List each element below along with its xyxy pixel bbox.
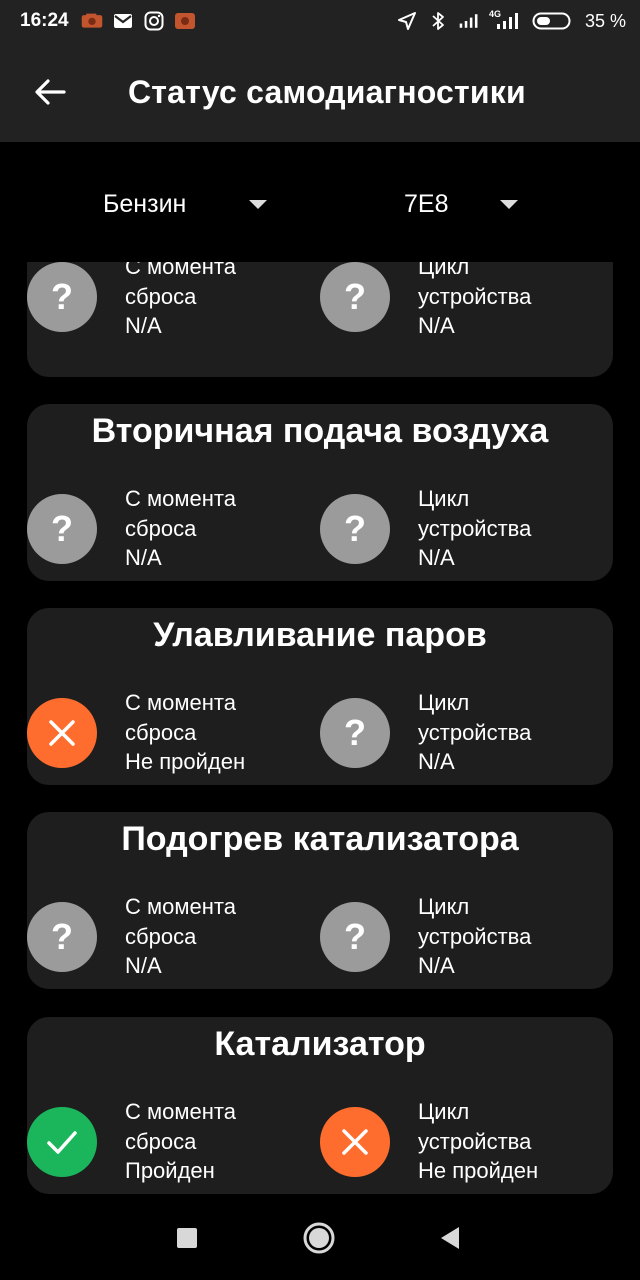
svg-text:?: ? [51,277,73,317]
question-status-icon: ? [320,698,390,768]
back-triangle-icon [441,1227,459,1249]
svg-text:?: ? [344,917,366,957]
network-type-label: 4G [488,9,501,19]
fail-status-icon [27,698,97,768]
svg-text:?: ? [51,509,73,549]
since-reset-value: N/A [125,313,162,338]
app-bar: Статус самодиагностики [0,42,640,142]
battery-percent: 35 % [584,10,626,31]
back-button[interactable] [20,62,80,122]
system-nav-bar [0,1196,640,1280]
since-reset-label: С момента сброса [125,1099,236,1154]
since-reset-label: С момента сброса [125,486,236,541]
since-reset-label: С момента сброса [125,262,236,309]
back-arrow-icon [35,79,66,105]
svg-text:?: ? [344,713,366,753]
drive-cycle-label: Цикл устройства [418,690,532,745]
question-status-icon: ? [320,494,390,564]
dropdown-caret-icon [249,200,267,209]
svg-text:?: ? [344,509,366,549]
since-reset-value: N/A [125,545,162,570]
monitor-card: ? С момента сброса N/A ? Цикл устройства… [27,262,613,377]
battery-icon [532,10,572,32]
home-circle-icon [303,1222,335,1254]
drive-cycle-label: Цикл устройства [418,486,532,541]
since-reset-label: С момента сброса [125,690,236,745]
page-title: Статус самодиагностики [128,73,526,110]
mail-icon [112,10,134,32]
monitor-title: Вторичная подача воздуха [91,412,549,450]
drive-cycle-label: Цикл устройства [418,1099,532,1154]
drive-cycle-value: N/A [418,545,455,570]
monitor-since-reset: ? С момента сброса N/A [27,262,317,360]
ecu-value: 7E8 [404,189,449,218]
dropdown-caret-icon [500,200,518,209]
recents-button[interactable] [165,1216,209,1260]
notification-app-icon-2 [174,10,196,32]
home-button[interactable] [297,1216,341,1260]
drive-cycle-value: Не пройден [418,1158,539,1183]
status-bar: 16:24 4G 35 % [0,0,640,42]
monitor-since-reset: С момента сброса Пройден [27,1099,317,1194]
monitor-card: Подогрев катализатора ? С момента сброса… [27,812,613,989]
pass-status-icon [27,1107,97,1177]
svg-text:?: ? [344,277,366,317]
drive-cycle-value: N/A [418,313,455,338]
recents-square-icon [177,1228,197,1248]
monitor-drive-cycle: ? Цикл устройства N/A [320,894,610,989]
monitor-title: Улавливание паров [153,616,487,654]
notification-app-icon [81,10,103,32]
drive-cycle-value: N/A [418,749,455,774]
since-reset-label: С момента сброса [125,894,236,949]
monitor-since-reset: ? С момента сброса N/A [27,486,317,581]
monitor-title: Катализатор [214,1025,426,1063]
question-status-icon: ? [27,262,97,332]
question-status-icon: ? [320,262,390,332]
drive-cycle-label: Цикл устройства [418,262,532,309]
signal-icon [458,10,480,32]
question-status-icon: ? [27,494,97,564]
drive-cycle-value: N/A [418,953,455,978]
monitor-card: Катализатор С момента сброса Пройден Цик… [27,1017,613,1194]
monitor-since-reset: ? С момента сброса N/A [27,894,317,989]
monitor-drive-cycle: ? Цикл устройства N/A [320,486,610,581]
monitor-since-reset: С момента сброса Не пройден [27,690,317,785]
monitor-drive-cycle: ? Цикл устройства N/A [320,690,610,785]
question-status-icon: ? [27,902,97,972]
since-reset-value: Пройден [125,1158,215,1183]
fuel-type-value: Бензин [103,189,187,218]
monitor-title: Подогрев катализатора [121,820,519,858]
fuel-type-dropdown[interactable]: Бензин [103,172,283,236]
ecu-dropdown[interactable]: 7E8 [404,172,534,236]
status-bar-notifications [81,10,196,32]
status-time: 16:24 [20,10,69,31]
since-reset-value: N/A [125,953,162,978]
nav-back-button[interactable] [428,1216,472,1260]
selector-row: Бензин 7E8 [0,172,640,236]
location-icon [396,10,418,32]
fail-status-icon [320,1107,390,1177]
since-reset-value: Не пройден [125,749,246,774]
monitor-list[interactable]: ? С момента сброса N/A ? Цикл устройства… [0,262,640,1196]
drive-cycle-label: Цикл устройства [418,894,532,949]
monitor-drive-cycle: ? Цикл устройства N/A [320,262,610,360]
instagram-icon [143,10,165,32]
status-bar-system: 4G 35 % [396,9,626,32]
monitor-drive-cycle: Цикл устройства Не пройден [320,1099,610,1194]
question-status-icon: ? [320,902,390,972]
monitor-card: Улавливание паров С момента сброса Не пр… [27,608,613,785]
monitor-card: Вторичная подача воздуха ? С момента сбр… [27,404,613,581]
signal-4g-icon: 4G [488,9,523,32]
bluetooth-icon [427,10,449,32]
svg-text:?: ? [51,917,73,957]
